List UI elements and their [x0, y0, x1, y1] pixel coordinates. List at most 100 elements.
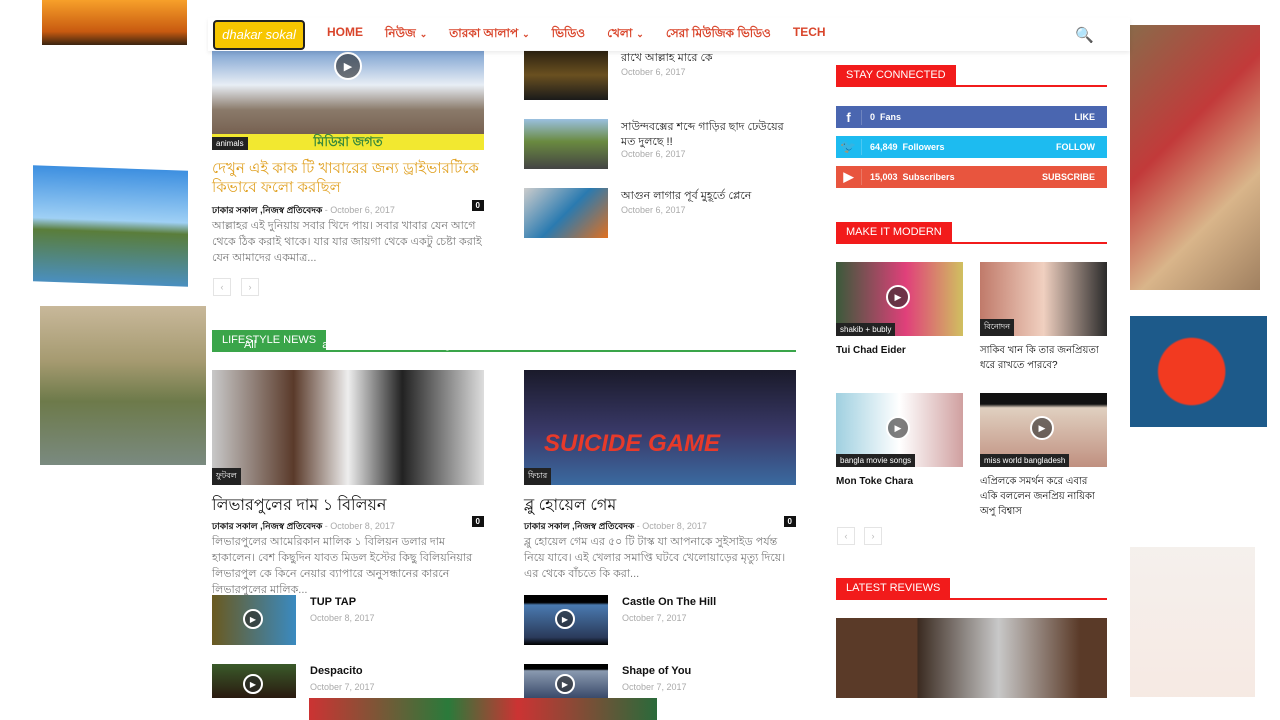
video-thumbnail[interactable]: ▶	[524, 595, 608, 645]
nav-item[interactable]: HOME	[327, 25, 363, 45]
modern-title[interactable]: এপ্রিলকে সমর্থন করে এবার একি বললেন জনপ্র…	[980, 474, 1107, 519]
play-icon[interactable]: ▶	[886, 285, 910, 309]
play-icon[interactable]: ▶	[555, 674, 575, 694]
comment-count[interactable]: 0	[471, 200, 484, 211]
article-meta: ঢাকার সকাল ,নিজস্ব প্রতিবেদক - October 8…	[212, 516, 484, 531]
prev-page-button[interactable]: ‹	[213, 278, 231, 296]
play-icon[interactable]: ▶	[243, 674, 263, 694]
comment-count[interactable]: 0	[783, 516, 796, 527]
filter-tab[interactable]: All	[224, 335, 276, 355]
social-action-button[interactable]: LIKE	[1074, 112, 1095, 122]
item-date: October 6, 2017	[621, 149, 686, 159]
social-counter[interactable]: f0 Fans LIKE	[836, 106, 1107, 128]
modern-title[interactable]: Tui Chad Eider	[836, 343, 963, 358]
category-label[interactable]: ফিচার	[524, 468, 552, 485]
social-action-button[interactable]: SUBSCRIBE	[1042, 172, 1095, 182]
social-unit: Subscribers	[902, 172, 955, 182]
item-date: October 6, 2017	[621, 205, 686, 215]
play-icon[interactable]: ▶	[1030, 416, 1054, 440]
modern-title[interactable]: Mon Toke Chara	[836, 474, 963, 489]
thumbnail[interactable]	[524, 119, 608, 169]
category-label[interactable]: miss world bangladesh	[980, 454, 1070, 467]
featured-image[interactable]: ▶ মিডিয়া জগত animals	[212, 50, 484, 150]
social-action-button[interactable]: FOLLOW	[1056, 142, 1095, 152]
thumbnail[interactable]	[524, 50, 608, 100]
latest-reviews-header: LATEST REVIEWS	[836, 578, 1107, 600]
video-title[interactable]: TUP TAP	[310, 596, 356, 608]
tab-label: animals	[322, 339, 361, 351]
background-photo-village	[40, 306, 206, 465]
nav-item[interactable]: TECH	[793, 25, 826, 45]
lifestyle-header: LIFESTYLE NEWS Allanimalsbangla movie so…	[212, 330, 796, 391]
nav-item[interactable]: ভিডিও	[552, 25, 585, 45]
play-icon[interactable]: ▶	[334, 52, 362, 80]
nav-item[interactable]: তারকা আলাপ ⌄	[449, 25, 529, 45]
category-label[interactable]: ফুটবল	[212, 468, 241, 485]
article-excerpt: লিভারপুলের আমেরিকান মালিক ১ বিলিয়ন ডলার…	[212, 536, 473, 596]
twitter-icon: 🐦	[836, 139, 862, 155]
item-title[interactable]: রাখে আল্লাহ মারে কে	[621, 51, 796, 66]
article-title[interactable]: ব্লু হোয়েল গেম	[524, 492, 616, 519]
social-counter[interactable]: 🐦 64,849 Followers FOLLOW	[836, 136, 1107, 158]
social-count: 0	[870, 112, 876, 122]
play-icon[interactable]: ▶	[555, 609, 575, 629]
thumbnail[interactable]	[524, 188, 608, 238]
modern-thumbnail[interactable]: বিনোদন	[980, 262, 1107, 336]
review-image[interactable]	[836, 618, 1107, 698]
search-icon[interactable]: 🔍	[1075, 26, 1094, 44]
background-photo-umbrella	[1130, 316, 1267, 427]
video-thumbnail[interactable]: ▶	[524, 664, 608, 698]
author[interactable]: ঢাকার সকাল ,নিজস্ব প্রতিবেদক	[212, 205, 322, 215]
modern-thumbnail[interactable]: ▶ miss world bangladesh	[980, 393, 1107, 467]
make-it-modern-header: MAKE IT MODERN	[836, 222, 1107, 244]
modern-thumbnail[interactable]: ▶ bangla movie songs	[836, 393, 963, 467]
social-count: 64,849	[870, 142, 898, 152]
category-label[interactable]: বিনোদন	[980, 319, 1015, 336]
modern-thumbnail[interactable]: ▶ shakib + bubly	[836, 262, 963, 336]
video-thumbnail[interactable]: ▶	[212, 595, 296, 645]
category-label[interactable]: shakib + bubly	[836, 323, 896, 336]
author[interactable]: ঢাকার সকাল ,নিজস্ব প্রতিবেদক	[524, 521, 634, 531]
modern-prev-button[interactable]: ‹	[837, 527, 855, 545]
video-title[interactable]: Shape of You	[622, 665, 691, 677]
nav-item-label: সেরা মিউজিক ভিডিও	[665, 25, 771, 40]
article-excerpt: ব্লু হোয়েল গেম এর ৫০ টি টাস্ক যা আপনাকে…	[524, 536, 786, 580]
modern-title[interactable]: সাকিব খান কি তার জনপ্রিয়তা ধরে রাখতে পা…	[980, 343, 1107, 373]
author[interactable]: ঢাকার সকাল ,নিজস্ব প্রতিবেদক	[212, 521, 322, 531]
tab-label: bangla movie songs	[426, 339, 460, 391]
video-thumbnail[interactable]: ▶	[212, 664, 296, 698]
date: October 8, 2017	[330, 521, 395, 531]
category-label[interactable]: bangla movie songs	[836, 454, 916, 467]
featured-banner: মিডিয়া জগত	[212, 134, 484, 150]
filter-tab[interactable]: Fashion	[616, 335, 695, 355]
nav-item[interactable]: সেরা মিউজিক ভিডিও	[666, 25, 771, 45]
nav-item[interactable]: খেলা ⌄	[607, 25, 644, 45]
item-title[interactable]: আগুন লাগার পূর্ব মুহূর্তে প্লেনে	[621, 189, 796, 204]
nav-item-label: TECH	[792, 24, 826, 39]
chevron-down-icon: ⌄	[419, 28, 428, 39]
nav-item-label: ভিডিও	[551, 25, 586, 40]
filter-tab[interactable]: Business	[505, 335, 590, 355]
social-unit: Followers	[902, 142, 945, 152]
filter-tab[interactable]: More ⌄	[721, 335, 786, 370]
video-title[interactable]: Despacito	[310, 665, 363, 677]
filter-tab[interactable]: animals	[302, 335, 380, 355]
site-logo[interactable]: dhakar sokal	[213, 19, 305, 50]
next-page-button[interactable]: ›	[241, 278, 259, 296]
main-nav: dhakar sokal HOME নিউজ ⌄ তারকা আলাপ ⌄ ভিডিও খে…	[208, 18, 1130, 51]
video-title[interactable]: Castle On The Hill	[622, 596, 716, 608]
category-label[interactable]: animals	[212, 137, 248, 150]
social-counter[interactable]: ▶ 15,003 Subscribers SUBSCRIBE	[836, 166, 1107, 188]
article-image[interactable]: SUICIDE GAME ফিচার	[524, 370, 796, 485]
article-image[interactable]: ফুটবল	[212, 370, 484, 485]
featured-title[interactable]: দেখুন এই কাক টি খাবারের জন্য ড্রাইভারটিক…	[212, 159, 484, 197]
nav-item[interactable]: নিউজ ⌄	[385, 25, 427, 45]
comment-count[interactable]: 0	[471, 516, 484, 527]
filter-tab[interactable]: bangla movie songs	[406, 335, 479, 391]
article-title[interactable]: লিভারপুলের দাম ১ বিলিয়ন	[212, 492, 386, 519]
play-icon[interactable]: ▶	[243, 609, 263, 629]
play-icon[interactable]: ▶	[886, 416, 910, 440]
article-meta: ঢাকার সকাল ,নিজস্ব প্রতিবেদক - October 8…	[524, 516, 796, 531]
item-title[interactable]: সাউন্দবক্সের শব্দে গাড়ির ছাদ ঢেউয়ের মত…	[621, 120, 796, 150]
modern-next-button[interactable]: ›	[864, 527, 882, 545]
